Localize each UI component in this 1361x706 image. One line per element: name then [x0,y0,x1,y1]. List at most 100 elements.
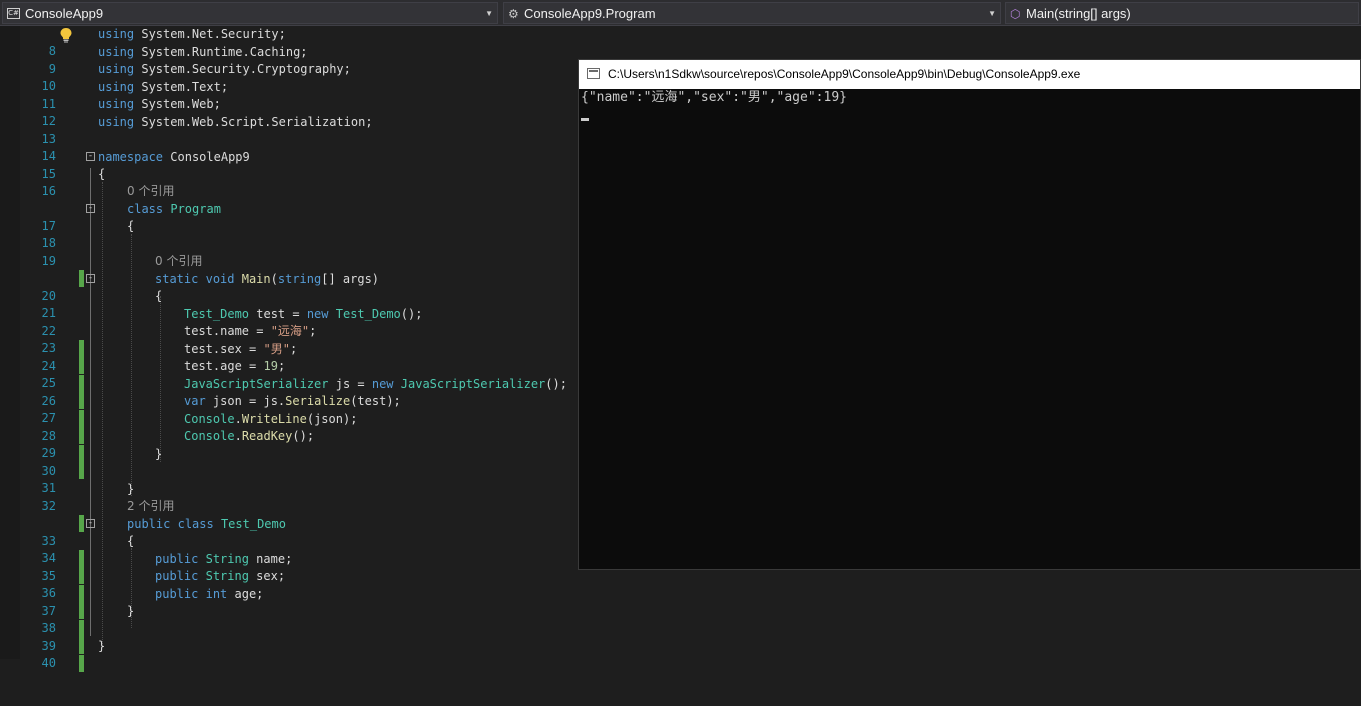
type-name: Test_Demo [328,306,401,321]
namespace-import: System.Web; [141,97,221,111]
code-line-18[interactable]: 18 { [0,218,600,250]
keyword-new: new [371,376,394,391]
namespace-import: System.Security.Cryptography; [141,62,351,76]
code-line-27[interactable]: 27 var json = js.Serialize(test); [0,393,600,444]
code-line-8[interactable]: 8 using System.Net.Security; [0,26,600,58]
keyword-public: public [155,551,199,566]
keyword-public: public [155,569,199,583]
class-name: Program [170,201,221,216]
code-line-10[interactable]: 10 using System.Security.Cryptography; [0,61,600,93]
console-window-icon [587,68,600,79]
navigation-bar: C# ConsoleApp9 ▼ ⚙ ConsoleApp9.Program ▼… [0,0,1361,26]
type-name: Console [184,429,235,443]
field-name: age; [227,586,264,601]
code-line-38[interactable]: 38 } [0,603,600,654]
method-name: ReadKey [241,429,293,443]
code-line-25[interactable]: 25 test.age = 19; [0,358,600,409]
keyword-static: static [155,271,199,286]
code-line-29[interactable]: 29 Console.ReadKey(); [0,428,600,479]
code-line-36[interactable]: 36 public String sex; [0,568,600,619]
keyword-public: public [155,586,199,601]
code-line-19[interactable]: 19 [0,236,600,287]
change-marker [79,654,84,672]
line-number: 40 [41,656,56,670]
project-dropdown[interactable]: C# ConsoleApp9 ▼ [2,2,498,24]
code-line-32[interactable]: 32 } [0,481,600,532]
type-name: JavaScriptSerializer [393,376,546,391]
collapse-toggle[interactable]: - [86,518,95,528]
type-dropdown[interactable]: ⚙ ConsoleApp9.Program ▼ [503,2,1001,24]
method-name: WriteLine [241,411,307,426]
keyword-int: int [205,586,228,601]
codelens-references[interactable]: 2 个引用 [127,498,174,515]
code-line-15[interactable]: 15 - namespace ConsoleApp9 [0,149,600,181]
keyword-using: using [98,62,135,76]
keyword-void: void [205,271,235,286]
code-line-31[interactable]: 31 [0,463,600,495]
type-name: JavaScriptSerializer [184,376,329,391]
type-name: Console [184,411,235,426]
collapse-toggle[interactable]: - [86,151,95,161]
code-line-35[interactable]: 35 public String name; [0,551,600,602]
arguments: (test); [350,394,401,408]
arguments: (json); [306,411,358,426]
chevron-down-icon: ▼ [988,9,996,18]
code-line-30[interactable]: 30 } [0,446,600,478]
collapse-toggle[interactable]: - [86,203,95,213]
code-line-13[interactable]: 13 using System.Web.Script.Serialization… [0,114,600,146]
keyword-class: class [127,201,164,216]
code-line-17[interactable]: 17 - class Program [0,201,600,233]
keyword-class: class [177,516,214,531]
line-number: 32 [41,498,56,513]
code-line-11[interactable]: 11 using System.Text; [0,79,600,111]
line-number: 19 [41,253,56,268]
class-icon: ⚙ [508,7,519,21]
namespace-import: System.Net.Security; [141,27,286,41]
codelens-references[interactable]: 0 个引用 [155,253,202,270]
member-dropdown-label: Main(string[] args) [1026,6,1131,21]
code-line-33[interactable]: 33 - public class Test_Demo [0,516,600,567]
csharp-project-icon: C# [7,8,20,19]
brace: { [155,289,163,303]
code-line-16[interactable]: 16 { [0,166,600,198]
code-line-34[interactable]: 34 { [0,533,600,584]
code-line-24[interactable]: 24 test.sex = "男"; [0,341,600,392]
keyword-new: new [306,306,329,321]
constructor-call: (); [400,306,423,321]
code-line-23[interactable]: 23 test.name = "远海"; [0,323,600,374]
semicolon: ; [289,341,298,356]
code-line-39[interactable]: 39 [0,621,600,672]
keyword-using: using [98,79,135,94]
semicolon: ; [309,324,317,338]
code-line-22[interactable]: 22 Test_Demo test = new Test_Demo(); [0,306,600,357]
console-window[interactable]: C:\Users\n1Sdkw\source\repos\ConsoleApp9… [578,59,1361,570]
console-cursor [581,118,589,121]
namespace-import: System.Text; [141,79,229,94]
namespace-name: ConsoleApp9 [170,149,250,164]
chevron-down-icon: ▼ [485,9,493,18]
brace: { [127,534,135,548]
dot: . [234,429,242,443]
collapse-toggle[interactable]: - [86,273,95,283]
field-name: sex; [248,569,286,583]
code-line-20[interactable]: 20 - static void Main(string[] args) [0,271,600,303]
code-line-28[interactable]: 28 Console.WriteLine(json); [0,411,600,462]
console-title-bar[interactable]: C:\Users\n1Sdkw\source\repos\ConsoleApp9… [579,60,1360,89]
codelens-references[interactable]: 0 个引用 [127,183,174,200]
variable-declaration: js = [328,376,372,391]
keyword-using: using [98,44,135,59]
member-dropdown[interactable]: ⬡ Main(string[] args) [1005,2,1359,24]
keyword-using: using [98,114,135,129]
code-line-26[interactable]: 26 JavaScriptSerializer js = new JavaScr… [0,376,600,427]
code-line-14[interactable]: 14 [0,131,600,163]
field-name: name; [248,551,293,566]
namespace-import: System.Runtime.Caching; [141,44,308,59]
code-line-40[interactable]: 40 } [0,638,600,670]
paren: ( [270,271,278,286]
code-line-12[interactable]: 12 using System.Web; [0,96,600,128]
code-line-37[interactable]: 37 public int age; [0,586,600,637]
code-line-21[interactable]: 21 { [0,288,600,320]
code-line-9[interactable]: 9 using System.Runtime.Caching; [0,44,600,76]
console-output: {"name":"远海","sex":"男","age":19} [581,90,847,105]
brace: } [98,639,106,653]
